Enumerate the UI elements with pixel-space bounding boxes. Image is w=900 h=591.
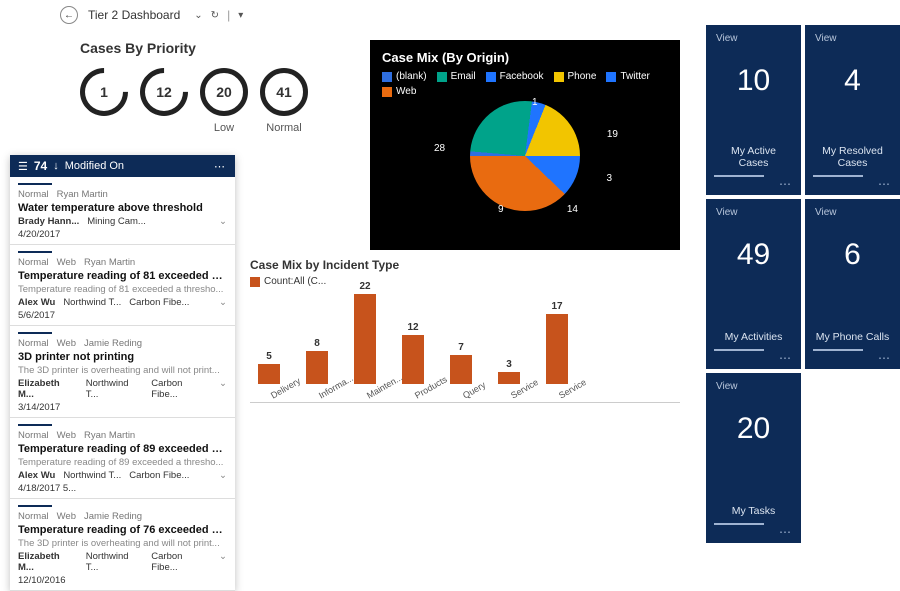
widget-title: Cases By Priority (80, 40, 380, 56)
bar-column[interactable]: 17Service (546, 301, 568, 402)
legend-item[interactable]: Twitter (606, 71, 649, 82)
legend-item[interactable]: (blank) (382, 71, 427, 82)
pie-chart (470, 101, 580, 211)
cases-by-priority-widget: Cases By Priority 1 12 20 Low 41 Normal (80, 40, 380, 134)
priority-gauge[interactable]: 1 (80, 68, 128, 134)
case-list-item[interactable]: NormalWebJamie Reding3D printer not prin… (10, 326, 235, 418)
bar-column[interactable]: 22Mainten... (354, 281, 376, 402)
case-list-item[interactable]: NormalRyan MartinWater temperature above… (10, 177, 235, 245)
refresh-icon[interactable]: ↻ (211, 10, 219, 21)
sort-arrow-icon[interactable]: ↓ (53, 160, 59, 172)
more-icon[interactable]: ⋯ (779, 351, 793, 365)
more-icon[interactable]: ⋯ (878, 351, 892, 365)
case-list-header[interactable]: ☰ 74 ↓ Modified On ⋯ (10, 155, 235, 177)
chart-title: Case Mix (By Origin) (382, 50, 668, 65)
more-icon[interactable]: ⋯ (779, 525, 793, 539)
more-icon[interactable]: ⋯ (214, 160, 227, 173)
kpi-tile[interactable]: View4My Resolved Cases⋯ (805, 25, 900, 195)
pie-value-label: 9 (498, 204, 504, 215)
kpi-tile[interactable]: View6My Phone Calls⋯ (805, 199, 900, 369)
case-list-item[interactable]: NormalWebJamie RedingTemperature reading… (10, 499, 235, 591)
gauge-label: Normal (266, 122, 301, 134)
pie-value-label: 3 (606, 173, 612, 184)
separator: | (227, 8, 230, 22)
record-count: 74 (34, 159, 47, 173)
kpi-tiles: View10My Active Cases⋯View4My Resolved C… (706, 25, 900, 543)
gauge-value: 20 (216, 84, 232, 100)
pie-value-label: 28 (434, 143, 445, 154)
priority-gauge[interactable]: 12 (140, 68, 188, 134)
bar-column[interactable]: 3Service (498, 359, 520, 402)
sort-field[interactable]: Modified On (65, 160, 124, 172)
case-mix-origin-chart[interactable]: Case Mix (By Origin) (blank) Email Faceboo… (370, 40, 680, 250)
chevron-down-icon[interactable]: ⌄ (194, 10, 202, 21)
bar-chart: 5Delivery8Informa...22Mainten...12Produc… (250, 293, 680, 403)
case-mix-incident-chart[interactable]: Case Mix by Incident Type Count:All (C..… (250, 258, 680, 403)
legend-item[interactable]: Email (437, 71, 476, 82)
gauge-value: 1 (100, 84, 108, 100)
bar-column[interactable]: 7Query (450, 342, 472, 402)
priority-gauges: 1 12 20 Low 41 Normal (80, 68, 380, 134)
bar-column[interactable]: 5Delivery (258, 351, 280, 402)
chart-legend: (blank) Email Facebook Phone Twitter Web (382, 71, 668, 97)
case-list-panel: ☰ 74 ↓ Modified On ⋯ NormalRyan MartinWa… (10, 155, 235, 591)
chart-title: Case Mix by Incident Type (250, 258, 680, 272)
back-icon[interactable]: ← (60, 6, 78, 24)
pie-value-label: 14 (567, 204, 578, 215)
more-icon[interactable]: ⋯ (878, 177, 892, 191)
kpi-tile[interactable]: View49My Activities⋯ (706, 199, 801, 369)
bar-column[interactable]: 8Informa... (306, 338, 328, 402)
bar-column[interactable]: 12Products (402, 322, 424, 402)
legend-item[interactable]: Web (382, 86, 416, 97)
kpi-tile[interactable]: View10My Active Cases⋯ (706, 25, 801, 195)
kpi-tile[interactable]: View20My Tasks⋯ (706, 373, 801, 543)
case-list-item[interactable]: NormalWebRyan MartinTemperature reading … (10, 245, 235, 326)
pie-value-label: 1 (532, 97, 538, 108)
page-title: Tier 2 Dashboard (88, 8, 180, 22)
more-icon[interactable]: ⋯ (779, 177, 793, 191)
priority-gauge[interactable]: 41 Normal (260, 68, 308, 134)
header-bar: ← Tier 2 Dashboard ⌄ ↻ | ▾ (0, 0, 900, 28)
legend-item[interactable]: Facebook (486, 71, 544, 82)
filter-icon[interactable]: ▾ (238, 10, 243, 21)
pie-value-label: 19 (607, 129, 618, 140)
list-icon: ☰ (18, 160, 28, 173)
priority-gauge[interactable]: 20 Low (200, 68, 248, 134)
gauge-value: 41 (276, 84, 292, 100)
case-list-item[interactable]: NormalWebRyan MartinTemperature reading … (10, 418, 235, 499)
gauge-label: Low (214, 122, 234, 134)
gauge-value: 12 (156, 84, 172, 100)
chart-legend: Count:All (C... (250, 276, 680, 287)
legend-item[interactable]: Phone (554, 71, 597, 82)
